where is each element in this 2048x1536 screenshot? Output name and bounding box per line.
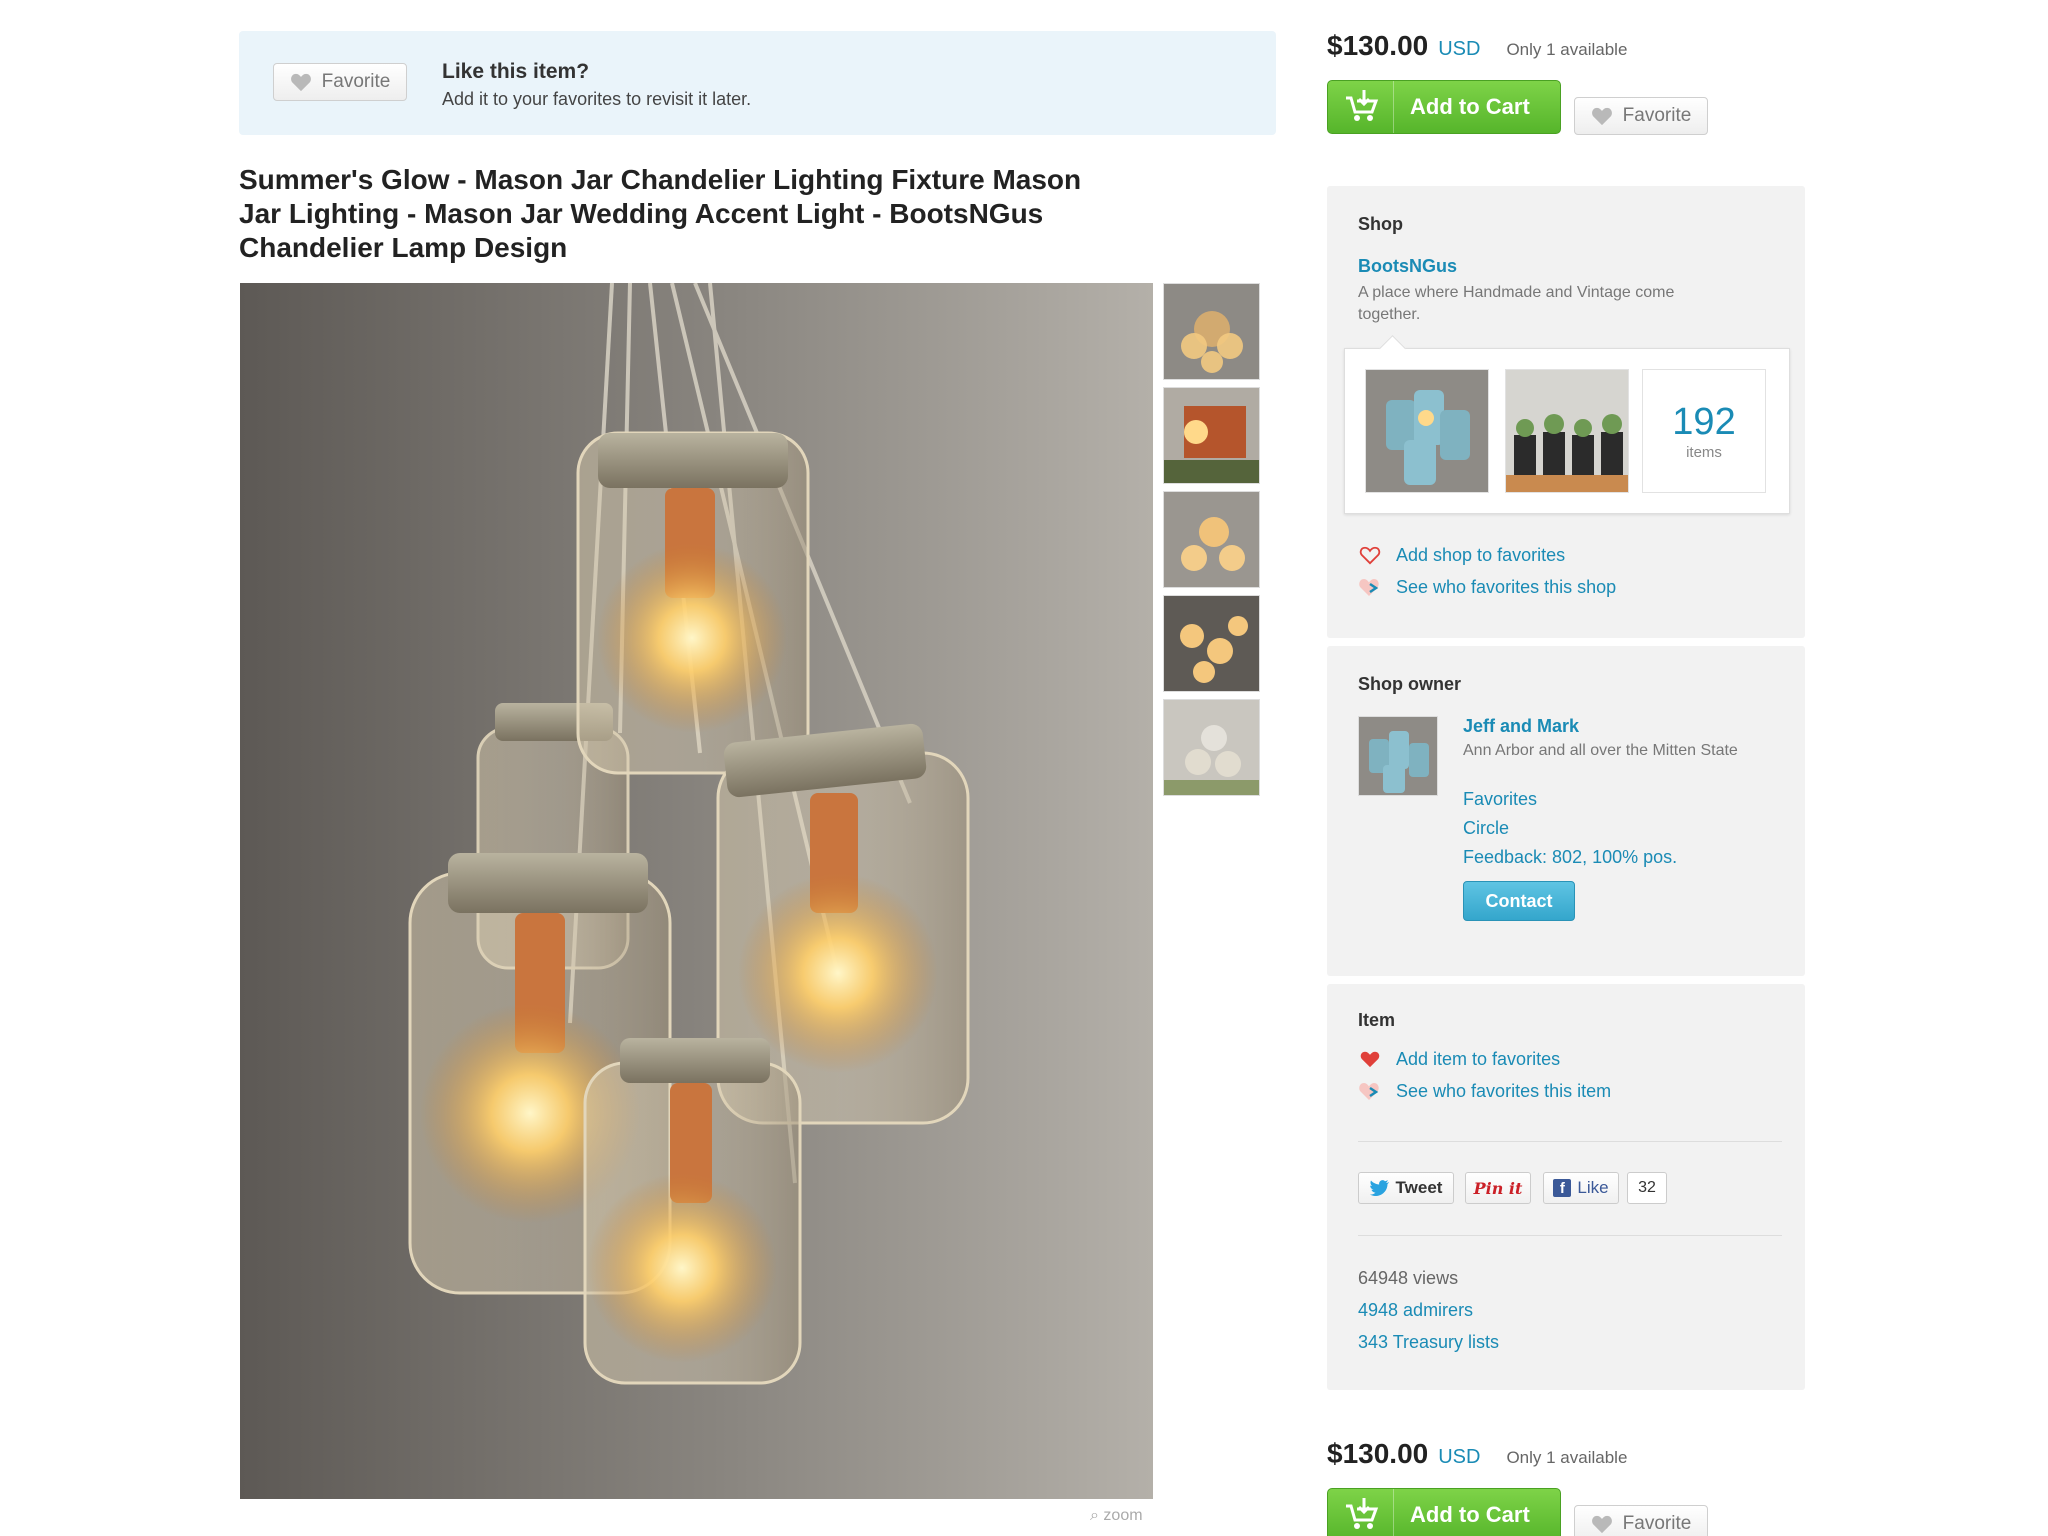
heart-icon <box>290 73 311 92</box>
thumbnail-5-image <box>1164 700 1259 795</box>
divider <box>1358 1141 1782 1142</box>
like-banner-title: Like this item? <box>442 60 590 83</box>
price: $130.00 <box>1327 30 1429 61</box>
facebook-like-label: Like <box>1577 1178 1609 1197</box>
contact-button[interactable]: Contact <box>1463 881 1575 921</box>
add-to-cart-label: Add to Cart <box>1410 94 1530 119</box>
price: $130.00 <box>1327 1438 1429 1469</box>
item-title: Summer's Glow - Mason Jar Chandelier Lig… <box>239 164 1082 263</box>
thumbnail-2[interactable] <box>1163 387 1260 484</box>
favorite-label: Favorite <box>1622 1513 1692 1534</box>
favorite-button-bottom[interactable]: Favorite <box>1574 1505 1708 1536</box>
view-count: 64948 views <box>1358 1268 1459 1288</box>
thumbnail-1[interactable] <box>1163 283 1260 380</box>
shop-listing-thumb-2[interactable] <box>1505 369 1629 493</box>
add-item-to-favorites[interactable]: Add item to favorites <box>1358 1048 1560 1070</box>
like-banner-subtitle: Add it to your favorites to revisit it l… <box>442 89 752 109</box>
heart-icon <box>1591 1515 1612 1534</box>
see-who-favorites-item-label: See who favorites this item <box>1396 1080 1612 1101</box>
banner-favorite-button[interactable]: Favorite <box>273 63 407 101</box>
heart-filled-icon <box>1358 1048 1382 1070</box>
owner-feedback-link[interactable]: Feedback: 802, 100% pos. <box>1463 847 1677 868</box>
add-to-cart-button-bottom[interactable]: Add to Cart <box>1327 1488 1561 1536</box>
heart-share-icon <box>1358 1080 1382 1102</box>
cart-icon <box>1328 1489 1394 1536</box>
facebook-like-button[interactable]: f Like <box>1543 1172 1619 1204</box>
item-heading: Item <box>1358 1010 1396 1030</box>
chandelier-photo <box>240 283 1153 1499</box>
heart-outline-icon <box>1358 544 1382 566</box>
items-count-label: items <box>1686 444 1722 461</box>
thumbnail-4-image <box>1164 596 1259 691</box>
pin-it-label: Pin it <box>1473 1178 1523 1198</box>
owner-name-link[interactable]: Jeff and Mark <box>1463 716 1579 737</box>
banner-favorite-label: Favorite <box>321 71 391 92</box>
owner-circle-link[interactable]: Circle <box>1463 818 1509 839</box>
zoom-label: zoom <box>1103 1507 1143 1524</box>
heart-icon <box>1591 107 1612 126</box>
tweet-button[interactable]: Tweet <box>1358 1172 1454 1204</box>
shop-listing-thumb-1[interactable] <box>1365 369 1489 493</box>
owner-favorites-link[interactable]: Favorites <box>1463 789 1537 810</box>
add-item-to-favorites-label: Add item to favorites <box>1396 1048 1561 1069</box>
shop-heading: Shop <box>1358 214 1403 234</box>
thumbnail-2-image <box>1164 388 1259 483</box>
add-shop-to-favorites-label: Add shop to favorites <box>1396 544 1566 565</box>
see-who-favorites-item[interactable]: See who favorites this item <box>1358 1080 1611 1102</box>
twitter-bird-icon <box>1369 1180 1389 1196</box>
shop-preview-box: 192 items <box>1344 348 1790 514</box>
divider <box>1358 1235 1782 1236</box>
thumbnail-4[interactable] <box>1163 595 1260 692</box>
shop-items-count[interactable]: 192 items <box>1642 369 1766 493</box>
see-who-favorites-shop-label: See who favorites this shop <box>1396 576 1617 597</box>
favorite-label: Favorite <box>1622 105 1692 126</box>
shop-panel: Shop BootsNGus A place where Handmade an… <box>1327 186 1805 638</box>
shop-description: A place where Handmade and Vintage come … <box>1358 284 1675 323</box>
price-row-bottom: $130.00 USD Only 1 available <box>1327 1438 1627 1470</box>
add-to-cart-button[interactable]: Add to Cart <box>1327 80 1561 134</box>
shop-name-link[interactable]: BootsNGus <box>1358 256 1457 277</box>
treasury-lists-link[interactable]: 343 Treasury lists <box>1358 1332 1499 1353</box>
shop-owner-panel: Shop owner Jeff and Mark Ann Arbor and a… <box>1327 646 1805 976</box>
heart-share-icon <box>1358 576 1382 598</box>
pin-it-button[interactable]: Pin it <box>1465 1172 1531 1204</box>
like-banner: Favorite Like this item? Add it to your … <box>239 31 1276 135</box>
add-to-cart-label: Add to Cart <box>1410 1502 1530 1527</box>
currency-link[interactable]: USD <box>1438 1446 1480 1469</box>
magnifier-icon: ⌕ <box>1090 1507 1099 1524</box>
zoom-control[interactable]: ⌕ zoom <box>1090 1507 1143 1525</box>
like-count: 32 <box>1627 1172 1667 1204</box>
item-panel: Item Add item to favorites See who favor… <box>1327 984 1805 1390</box>
shop-listing-thumb-2-image <box>1506 370 1628 492</box>
favorite-button[interactable]: Favorite <box>1574 97 1708 135</box>
price-row-top: $130.00 USD Only 1 available <box>1327 30 1627 62</box>
availability: Only 1 available <box>1506 40 1628 59</box>
see-who-favorites-shop[interactable]: See who favorites this shop <box>1358 576 1616 598</box>
availability: Only 1 available <box>1506 1448 1628 1467</box>
add-shop-to-favorites[interactable]: Add shop to favorites <box>1358 544 1565 566</box>
thumbnail-5[interactable] <box>1163 699 1260 796</box>
tweet-label: Tweet <box>1395 1178 1443 1197</box>
currency-link[interactable]: USD <box>1438 38 1480 61</box>
admirers-link[interactable]: 4948 admirers <box>1358 1300 1473 1321</box>
facebook-icon: f <box>1553 1179 1572 1197</box>
thumbnail-1-image <box>1164 284 1259 379</box>
shop-listing-thumb-1-image <box>1366 370 1488 492</box>
owner-location: Ann Arbor and all over the Mitten State <box>1463 742 1738 759</box>
items-count-number: 192 <box>1672 401 1736 443</box>
owner-avatar-image <box>1359 717 1437 795</box>
owner-avatar[interactable] <box>1358 716 1438 796</box>
thumbnail-3[interactable] <box>1163 491 1260 588</box>
cart-icon <box>1328 81 1394 133</box>
shop-owner-heading: Shop owner <box>1358 674 1461 694</box>
thumbnail-3-image <box>1164 492 1259 587</box>
main-product-image[interactable] <box>240 283 1153 1499</box>
